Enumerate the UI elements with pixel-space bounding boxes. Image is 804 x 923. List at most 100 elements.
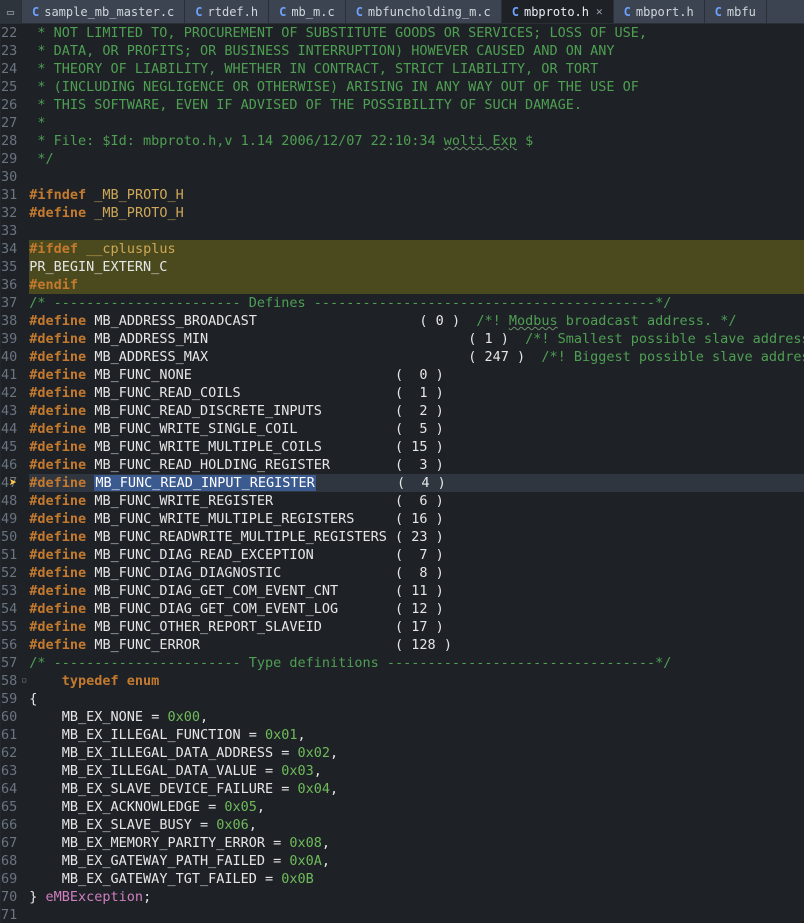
line-number[interactable]: 36: [1, 276, 17, 294]
line-number[interactable]: 51: [1, 546, 17, 564]
line-number[interactable]: 63: [1, 762, 17, 780]
code-line[interactable]: #define MB_FUNC_READ_COILS ( 1 ): [29, 384, 804, 402]
line-number[interactable]: 29: [1, 150, 17, 168]
line-number[interactable]: 40: [1, 348, 17, 366]
tab-mbproto-h[interactable]: Cmbproto.h✕: [502, 0, 614, 23]
line-number[interactable]: 50: [1, 528, 17, 546]
line-number[interactable]: 33: [1, 222, 17, 240]
line-number[interactable]: 25: [1, 78, 17, 96]
code-line[interactable]: * THIS SOFTWARE, EVEN IF ADVISED OF THE …: [29, 96, 804, 114]
code-line[interactable]: #define MB_FUNC_DIAG_DIAGNOSTIC ( 8 ): [29, 564, 804, 582]
code-line[interactable]: #define MB_ADDRESS_MAX ( 247 ) /*! Bigge…: [29, 348, 804, 366]
code-line[interactable]: MB_EX_ILLEGAL_DATA_VALUE = 0x03,: [29, 762, 804, 780]
code-line[interactable]: * File: $Id: mbproto.h,v 1.14 2006/12/07…: [29, 132, 804, 150]
tab-mbport-h[interactable]: Cmbport.h: [614, 0, 705, 23]
code-line[interactable]: * DATA, OR PROFITS; OR BUSINESS INTERRUP…: [29, 42, 804, 60]
code-line[interactable]: * (INCLUDING NEGLIGENCE OR OTHERWISE) AR…: [29, 78, 804, 96]
line-number[interactable]: 56: [1, 636, 17, 654]
code-line[interactable]: #define MB_ADDRESS_BROADCAST ( 0 ) /*! M…: [29, 312, 804, 330]
line-number[interactable]: 62: [1, 744, 17, 762]
code-line[interactable]: #ifndef _MB_PROTO_H: [29, 186, 804, 204]
code-line[interactable]: [29, 906, 804, 923]
line-number[interactable]: 28: [1, 132, 17, 150]
line-number[interactable]: 39: [1, 330, 17, 348]
code-line[interactable]: [29, 222, 804, 240]
code-line[interactable]: #define MB_FUNC_READ_HOLDING_REGISTER ( …: [29, 456, 804, 474]
line-number[interactable]: 26: [1, 96, 17, 114]
code-line[interactable]: MB_EX_GATEWAY_TGT_FAILED = 0x0B: [29, 870, 804, 888]
code-line[interactable]: #define MB_FUNC_NONE ( 0 ): [29, 366, 804, 384]
line-number[interactable]: 58: [1, 672, 17, 690]
line-number[interactable]: 61: [1, 726, 17, 744]
line-number[interactable]: 27: [1, 114, 17, 132]
code-line[interactable]: #define MB_FUNC_READWRITE_MULTIPLE_REGIS…: [29, 528, 804, 546]
code-line[interactable]: MB_EX_SLAVE_BUSY = 0x06,: [29, 816, 804, 834]
code-line[interactable]: [29, 168, 804, 186]
code-line[interactable]: #define MB_FUNC_DIAG_GET_COM_EVENT_LOG (…: [29, 600, 804, 618]
code-line[interactable]: typedef enum: [29, 672, 804, 690]
code-line[interactable]: MB_EX_NONE = 0x00,: [29, 708, 804, 726]
code-line[interactable]: #define MB_FUNC_OTHER_REPORT_SLAVEID ( 1…: [29, 618, 804, 636]
code-line[interactable]: MB_EX_ACKNOWLEDGE = 0x05,: [29, 798, 804, 816]
code-line[interactable]: #define MB_FUNC_WRITE_MULTIPLE_COILS ( 1…: [29, 438, 804, 456]
line-number[interactable]: 47: [1, 474, 17, 492]
line-number[interactable]: 52: [1, 564, 17, 582]
code-line[interactable]: * NOT LIMITED TO, PROCUREMENT OF SUBSTIT…: [29, 24, 804, 42]
code-line[interactable]: MB_EX_SLAVE_DEVICE_FAILURE = 0x04,: [29, 780, 804, 798]
line-number[interactable]: 31: [1, 186, 17, 204]
code-line[interactable]: #define _MB_PROTO_H: [29, 204, 804, 222]
code-line[interactable]: MB_EX_ILLEGAL_FUNCTION = 0x01,: [29, 726, 804, 744]
line-number[interactable]: 55: [1, 618, 17, 636]
code-line[interactable]: /* ----------------------- Defines -----…: [29, 294, 804, 312]
line-number[interactable]: 60: [1, 708, 17, 726]
code-line[interactable]: MB_EX_ILLEGAL_DATA_ADDRESS = 0x02,: [29, 744, 804, 762]
code-line[interactable]: #endif: [29, 276, 804, 294]
code-line[interactable]: } eMBException;: [29, 888, 804, 906]
code-line[interactable]: MB_EX_MEMORY_PARITY_ERROR = 0x08,: [29, 834, 804, 852]
line-number[interactable]: 43: [1, 402, 17, 420]
code-line[interactable]: #ifdef __cplusplus: [29, 240, 804, 258]
code-line[interactable]: #define MB_FUNC_DIAG_GET_COM_EVENT_CNT (…: [29, 582, 804, 600]
code-line[interactable]: #define MB_ADDRESS_MIN ( 1 ) /*! Smalles…: [29, 330, 804, 348]
line-number[interactable]: 34: [1, 240, 17, 258]
restore-editor-icon[interactable]: ▭: [0, 0, 22, 23]
line-number[interactable]: 59: [1, 690, 17, 708]
code-line[interactable]: {: [29, 690, 804, 708]
line-number[interactable]: 65: [1, 798, 17, 816]
tab-mbfu[interactable]: Cmbfu: [705, 0, 767, 23]
code-line[interactable]: */: [29, 150, 804, 168]
code-line[interactable]: #define MB_FUNC_DIAG_READ_EXCEPTION ( 7 …: [29, 546, 804, 564]
code-line[interactable]: #define MB_FUNC_WRITE_MULTIPLE_REGISTERS…: [29, 510, 804, 528]
line-number[interactable]: 54: [1, 600, 17, 618]
line-number[interactable]: 57: [1, 654, 17, 672]
code-line[interactable]: #define MB_FUNC_READ_DISCRETE_INPUTS ( 2…: [29, 402, 804, 420]
line-number[interactable]: 24: [1, 60, 17, 78]
line-number[interactable]: 69: [1, 870, 17, 888]
line-number[interactable]: 46: [1, 456, 17, 474]
line-number[interactable]: 44: [1, 420, 17, 438]
line-number[interactable]: 64: [1, 780, 17, 798]
tab-mb-m-c[interactable]: Cmb_m.c: [269, 0, 346, 23]
line-number[interactable]: 66: [1, 816, 17, 834]
line-number[interactable]: 49: [1, 510, 17, 528]
line-number[interactable]: 45: [1, 438, 17, 456]
line-number[interactable]: 38: [1, 312, 17, 330]
line-number[interactable]: 70: [1, 888, 17, 906]
tab-rtdef-h[interactable]: Crtdef.h: [185, 0, 269, 23]
line-number[interactable]: 67: [1, 834, 17, 852]
code-line[interactable]: #define MB_FUNC_ERROR ( 128 ): [29, 636, 804, 654]
tab-sample-mb-master-c[interactable]: Csample_mb_master.c: [22, 0, 185, 23]
code-line[interactable]: /* ----------------------- Type definiti…: [29, 654, 804, 672]
line-number[interactable]: 48: [1, 492, 17, 510]
code-line[interactable]: MB_EX_GATEWAY_PATH_FAILED = 0x0A,: [29, 852, 804, 870]
code-line[interactable]: * THEORY OF LIABILITY, WHETHER IN CONTRA…: [29, 60, 804, 78]
code-view[interactable]: * NOT LIMITED TO, PROCUREMENT OF SUBSTIT…: [25, 24, 804, 923]
line-number-gutter[interactable]: 2223242526272829303132333435363738394041…: [1, 24, 25, 923]
code-line[interactable]: PR_BEGIN_EXTERN_C: [29, 258, 804, 276]
code-line[interactable]: #define MB_FUNC_READ_INPUT_REGISTER ( 4 …: [29, 474, 804, 492]
line-number[interactable]: 30: [1, 168, 17, 186]
line-number[interactable]: 35: [1, 258, 17, 276]
code-line[interactable]: *: [29, 114, 804, 132]
line-number[interactable]: 53: [1, 582, 17, 600]
line-number[interactable]: 71: [1, 906, 17, 923]
